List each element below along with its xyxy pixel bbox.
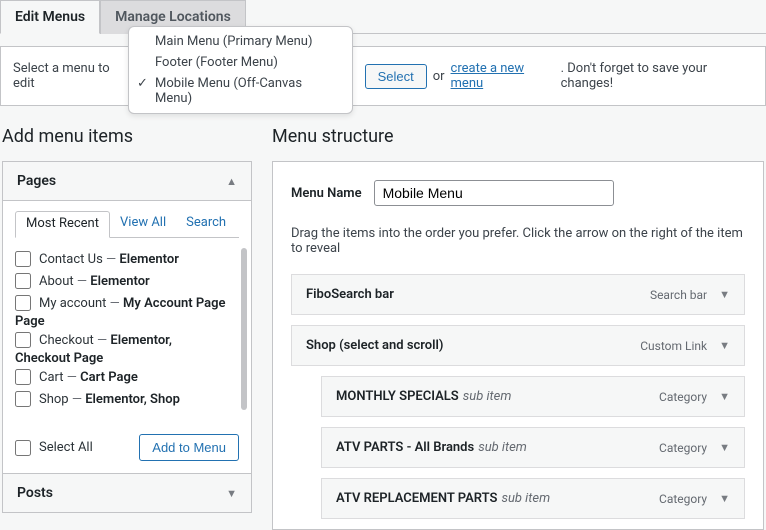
sub-item-label: sub item bbox=[478, 440, 527, 455]
chevron-down-icon[interactable]: ▼ bbox=[719, 288, 730, 301]
page-item-label: Cart — Cart Page bbox=[39, 370, 138, 385]
menu-name-label: Menu Name bbox=[291, 186, 362, 201]
page-item-label: My account — My Account Page bbox=[39, 296, 225, 311]
page-item-label: Checkout — Elementor, bbox=[39, 333, 172, 348]
page-item-checkbox[interactable] bbox=[15, 332, 31, 348]
menu-structure-item[interactable]: ATV REPLACEMENT PARTSsub item Category ▼ bbox=[321, 478, 745, 519]
menu-item-type: Category bbox=[659, 492, 707, 506]
menu-item-type: Custom Link bbox=[640, 339, 707, 353]
page-item-checkbox[interactable] bbox=[15, 369, 31, 385]
page-item-continuation: Checkout Page bbox=[15, 351, 239, 366]
menu-structure-item[interactable]: ATV PARTS - All Brandssub item Category ▼ bbox=[321, 427, 745, 468]
page-item-checkbox[interactable] bbox=[15, 251, 31, 267]
page-item-checkbox[interactable] bbox=[15, 273, 31, 289]
add-menu-items-heading: Add menu items bbox=[2, 126, 252, 147]
page-list: Contact Us — Elementor About — Elementor M… bbox=[15, 248, 239, 410]
menu-item-title: ATV PARTS - All Brandssub item bbox=[336, 440, 527, 455]
scrollbar[interactable] bbox=[241, 248, 247, 410]
drag-instructions: Drag the items into the order you prefer… bbox=[291, 226, 745, 256]
menu-name-input[interactable] bbox=[374, 180, 614, 206]
pages-accordion-body: Most Recent View All Search Contact Us —… bbox=[3, 201, 251, 473]
pages-accordion: Pages ▲ Most Recent View All Search Cont… bbox=[2, 161, 252, 513]
pages-accordion-header[interactable]: Pages ▲ bbox=[3, 162, 251, 201]
posts-label: Posts bbox=[17, 485, 53, 501]
select-suffix: . Don't forget to save your changes! bbox=[561, 61, 753, 91]
menu-structure-item[interactable]: FiboSearch bar Search bar ▼ bbox=[291, 274, 745, 315]
menu-items-list: FiboSearch barSearch bar▼Shop (select an… bbox=[291, 274, 745, 519]
menu-structure-panel: Menu Name Drag the items into the order … bbox=[272, 161, 764, 530]
chevron-down-icon[interactable]: ▼ bbox=[719, 339, 730, 352]
page-item: About — Elementor bbox=[15, 270, 239, 292]
menu-item-title: Shop (select and scroll) bbox=[306, 338, 443, 353]
menu-item-type: Category bbox=[659, 441, 707, 455]
select-prefix: Select a menu to edit bbox=[13, 61, 129, 91]
menu-item-type: Search bar bbox=[650, 288, 707, 302]
chevron-down-icon[interactable]: ▼ bbox=[719, 492, 730, 505]
sub-item-label: sub item bbox=[501, 491, 550, 506]
menu-item-title: ATV REPLACEMENT PARTSsub item bbox=[336, 491, 550, 506]
page-item: Cart — Cart Page bbox=[15, 366, 239, 388]
subtab-most-recent[interactable]: Most Recent bbox=[15, 211, 110, 238]
select-all-label: Select All bbox=[39, 440, 93, 455]
tab-edit-menus[interactable]: Edit Menus bbox=[0, 0, 100, 34]
page-item-label: Contact Us — Elementor bbox=[39, 252, 179, 267]
chevron-down-icon[interactable]: ▼ bbox=[719, 441, 730, 454]
menu-item-type: Category bbox=[659, 390, 707, 404]
menu-structure-item[interactable]: Shop (select and scroll) Custom Link ▼ bbox=[291, 325, 745, 366]
subtab-view-all[interactable]: View All bbox=[110, 211, 176, 237]
menu-item-title: FiboSearch bar bbox=[306, 287, 394, 302]
chevron-up-icon: ▲ bbox=[226, 175, 237, 188]
page-item-label: About — Elementor bbox=[39, 274, 150, 289]
nav-tabs: Edit Menus Manage Locations bbox=[0, 0, 766, 34]
sub-item-label: sub item bbox=[463, 389, 512, 404]
subtab-search[interactable]: Search bbox=[176, 211, 236, 237]
menu-dropdown: Main Menu (Primary Menu) Footer (Footer … bbox=[128, 26, 353, 114]
page-item-label: Shop — Elementor, Shop bbox=[39, 392, 180, 407]
page-item-checkbox[interactable] bbox=[15, 295, 31, 311]
posts-accordion-header[interactable]: Posts ▼ bbox=[3, 473, 251, 512]
menu-select-bar: Select a menu to edit Select or create a… bbox=[0, 46, 766, 106]
select-button[interactable]: Select bbox=[365, 64, 427, 89]
menu-structure-heading: Menu structure bbox=[272, 126, 764, 147]
page-item: Shop — Elementor, Shop bbox=[15, 388, 239, 410]
chevron-down-icon[interactable]: ▼ bbox=[719, 390, 730, 403]
select-all-checkbox[interactable] bbox=[15, 440, 31, 456]
create-new-menu-link[interactable]: create a new menu bbox=[451, 61, 555, 91]
dropdown-item-main[interactable]: Main Menu (Primary Menu) bbox=[129, 31, 352, 52]
chevron-down-icon: ▼ bbox=[226, 487, 237, 500]
add-to-menu-button[interactable]: Add to Menu bbox=[139, 434, 239, 461]
dropdown-item-footer[interactable]: Footer (Footer Menu) bbox=[129, 52, 352, 73]
page-item: Checkout — Elementor, bbox=[15, 329, 239, 351]
page-item-continuation: Page bbox=[15, 314, 239, 329]
dropdown-item-mobile[interactable]: Mobile Menu (Off-Canvas Menu) bbox=[129, 73, 352, 109]
menu-structure-item[interactable]: MONTHLY SPECIALSsub item Category ▼ bbox=[321, 376, 745, 417]
pages-label: Pages bbox=[17, 173, 56, 189]
page-item: My account — My Account Page bbox=[15, 292, 239, 314]
menu-item-title: MONTHLY SPECIALSsub item bbox=[336, 389, 511, 404]
page-item: Contact Us — Elementor bbox=[15, 248, 239, 270]
page-item-checkbox[interactable] bbox=[15, 391, 31, 407]
or-text: or bbox=[433, 69, 445, 84]
